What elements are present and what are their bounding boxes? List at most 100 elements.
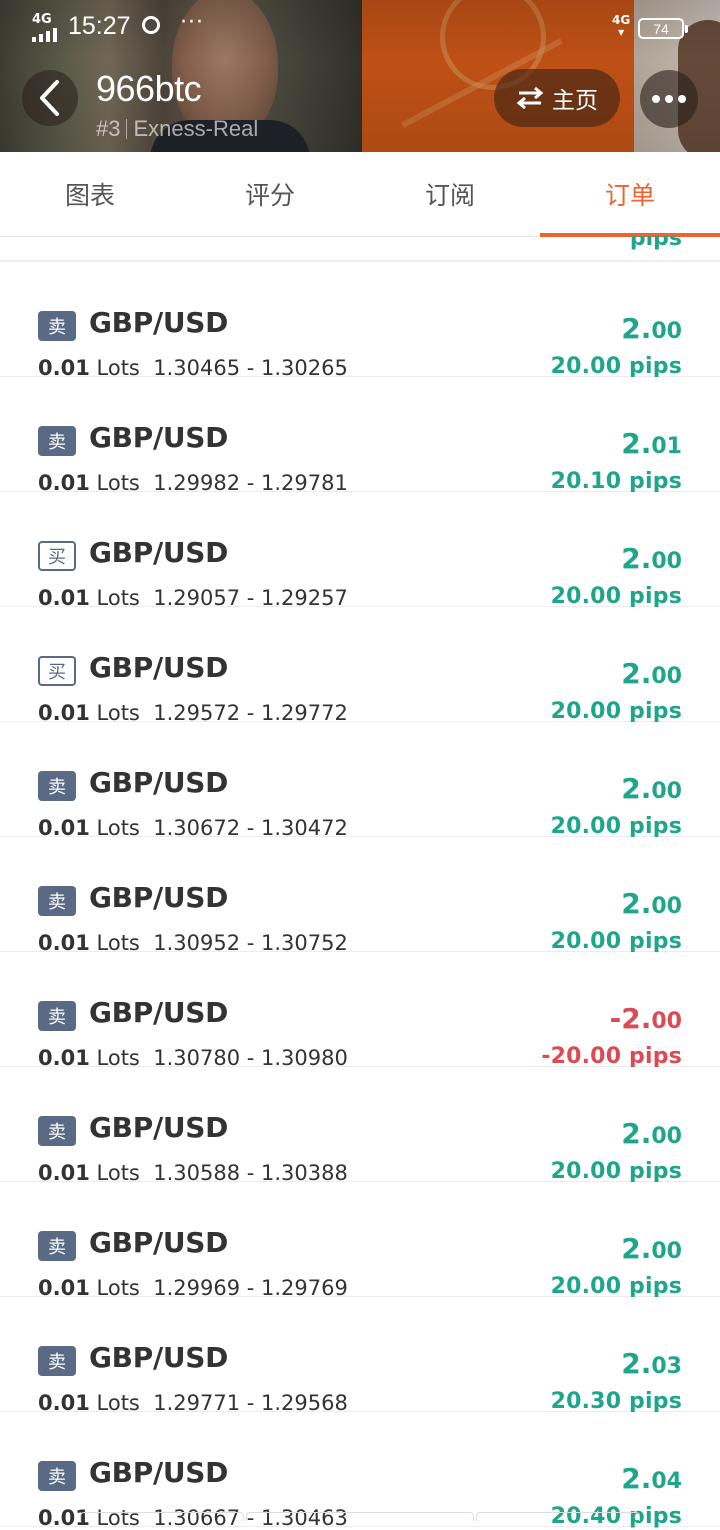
order-side-badge: 卖 [38, 771, 76, 801]
home-button-label: 主页 [552, 88, 598, 114]
network-indicator-right: 4G ▾ [612, 13, 631, 39]
tab-subscribe[interactable]: 订阅 [360, 152, 540, 236]
order-side-badge: 卖 [38, 886, 76, 916]
order-row[interactable]: 卖 GBP/USD 0.01 Lots 1.29982 - 1.29781 2.01 2… [0, 377, 720, 495]
order-side-badge: 买 [38, 541, 76, 571]
tab-chart[interactable]: 图表 [0, 152, 180, 236]
order-row[interactable]: 买 GBP/USD 0.01 Lots 1.29057 - 1.29257 2.00 2… [0, 492, 720, 610]
order-symbol: GBP/USD [89, 1226, 229, 1259]
order-profit-int: 2. [621, 657, 652, 690]
order-symbol: GBP/USD [89, 536, 229, 569]
order-profit-int: 2. [621, 1347, 652, 1380]
order-pips: 20.00 pips [550, 584, 682, 609]
order-row-partial[interactable]: · · · · · · · · · pips [0, 236, 720, 262]
order-symbol: GBP/USD [89, 651, 229, 684]
order-profit-dec: 04 [651, 1469, 682, 1494]
order-profit: 2.01 [621, 427, 682, 460]
order-symbol: GBP/USD [89, 421, 229, 454]
order-row[interactable]: 买 GBP/USD 0.01 Lots 1.29572 - 1.29772 2.00 2… [0, 607, 720, 725]
tab-rating[interactable]: 评分 [180, 152, 360, 236]
order-row[interactable]: 卖 GBP/USD 0.01 Lots 1.30667 - 1.30463 2.04 2… [0, 1412, 720, 1530]
order-profit: 2.00 [621, 887, 682, 920]
order-row[interactable]: 卖 GBP/USD 0.01 Lots 1.29771 - 1.29568 2.03 2… [0, 1297, 720, 1415]
order-row[interactable]: 卖 GBP/USD 0.01 Lots 1.30465 - 1.30265 2.00 2… [0, 262, 720, 380]
order-symbol: GBP/USD [89, 1341, 229, 1374]
order-pips: -20.00 pips [541, 1044, 682, 1069]
order-pips: 20.00 pips [550, 929, 682, 954]
order-profit: 2.00 [621, 1117, 682, 1150]
order-profit-dec: 00 [651, 894, 682, 919]
network-indicator-left: 4G [32, 12, 52, 27]
status-more-indicator: ··· [180, 10, 204, 35]
order-symbol: GBP/USD [89, 306, 229, 339]
order-side-badge: 卖 [38, 1346, 76, 1376]
more-button[interactable] [640, 70, 698, 128]
order-profit-dec: 00 [651, 1124, 682, 1149]
chevron-left-icon [40, 80, 59, 116]
order-profit-int: 2. [621, 1117, 652, 1150]
order-side-badge: 卖 [38, 1116, 76, 1146]
order-profit: -2.00 [610, 1002, 682, 1035]
order-profit-int: 2. [621, 542, 652, 575]
order-symbol: GBP/USD [89, 766, 229, 799]
order-profit-int: 2. [621, 1462, 652, 1495]
order-side-badge: 卖 [38, 426, 76, 456]
order-profit-int: 2. [621, 887, 652, 920]
order-pips: 20.00 pips [550, 814, 682, 839]
order-profit-int: 2. [621, 772, 652, 805]
battery-icon: 74 [638, 18, 688, 39]
order-profit-int: 2. [621, 427, 652, 460]
order-pips: 20.00 pips [550, 1274, 682, 1299]
bottom-bar-edge [0, 1512, 720, 1521]
order-row[interactable]: 卖 GBP/USD 0.01 Lots 1.30952 - 1.30752 2.00 2… [0, 837, 720, 955]
order-profit-dec: 00 [651, 1239, 682, 1264]
order-symbol: GBP/USD [89, 881, 229, 914]
order-side-badge: 卖 [38, 311, 76, 341]
order-side-badge: 买 [38, 656, 76, 686]
order-side-badge: 卖 [38, 1461, 76, 1491]
order-profit-int: 2. [621, 1232, 652, 1265]
order-profit: 2.00 [621, 312, 682, 345]
order-symbol: GBP/USD [89, 1111, 229, 1144]
account-server: Exness-Real [133, 116, 259, 141]
order-pips: 20.00 pips [550, 1159, 682, 1184]
order-list[interactable]: · · · · · · · · · pips 卖GBP/USD0.01 Lots… [0, 236, 720, 1530]
home-button[interactable]: 主页 [494, 69, 620, 127]
order-profit-int: -2. [609, 1002, 652, 1035]
order-pips: 20.00 pips [550, 354, 682, 379]
order-profit-dec: 01 [651, 434, 682, 459]
status-bar: 4G 15:27 ··· 4G ▾ 74 [0, 0, 720, 58]
tab-bar: 图表 评分 订阅 订单 [0, 152, 720, 237]
account-name: 966btc [96, 68, 202, 109]
app-notification-icon [142, 16, 160, 34]
back-button[interactable] [22, 70, 78, 126]
order-profit-dec: 00 [651, 664, 682, 689]
swap-arrows-icon [516, 86, 544, 110]
order-symbol: GBP/USD [89, 1456, 229, 1489]
account-subtitle: #3 Exness-Real [96, 116, 258, 142]
order-profit-dec: 00 [651, 319, 682, 344]
order-side-badge: 卖 [38, 1231, 76, 1261]
profile-header: 4G 15:27 ··· 4G ▾ 74 966btc #3 Exness-Real… [0, 0, 720, 152]
order-profit: 2.03 [621, 1347, 682, 1380]
order-profit: 2.00 [621, 542, 682, 575]
order-row[interactable]: 卖 GBP/USD 0.01 Lots 1.30588 - 1.30388 2.00 2… [0, 1067, 720, 1185]
account-rank: #3 [96, 116, 121, 141]
order-pips: 20.10 pips [550, 469, 682, 494]
more-dots-icon [652, 95, 660, 103]
tab-orders[interactable]: 订单 [540, 152, 720, 237]
order-profit: 2.04 [621, 1462, 682, 1495]
order-profit: 2.00 [621, 772, 682, 805]
order-symbol: GBP/USD [89, 996, 229, 1029]
order-side-badge: 卖 [38, 1001, 76, 1031]
partial-pips: pips [629, 236, 682, 251]
order-pips: 20.00 pips [550, 699, 682, 724]
order-row[interactable]: 卖 GBP/USD 0.01 Lots 1.30780 - 1.30980 -2.00… [0, 952, 720, 1070]
order-profit-dec: 00 [651, 1009, 682, 1034]
order-profit-dec: 00 [651, 549, 682, 574]
order-row[interactable]: 卖 GBP/USD 0.01 Lots 1.29969 - 1.29769 2.00 2… [0, 1182, 720, 1300]
order-profit-dec: 00 [651, 779, 682, 804]
status-time: 15:27 [68, 12, 131, 40]
order-row[interactable]: 卖 GBP/USD 0.01 Lots 1.30672 - 1.30472 2.00 2… [0, 722, 720, 840]
order-profit: 2.00 [621, 657, 682, 690]
